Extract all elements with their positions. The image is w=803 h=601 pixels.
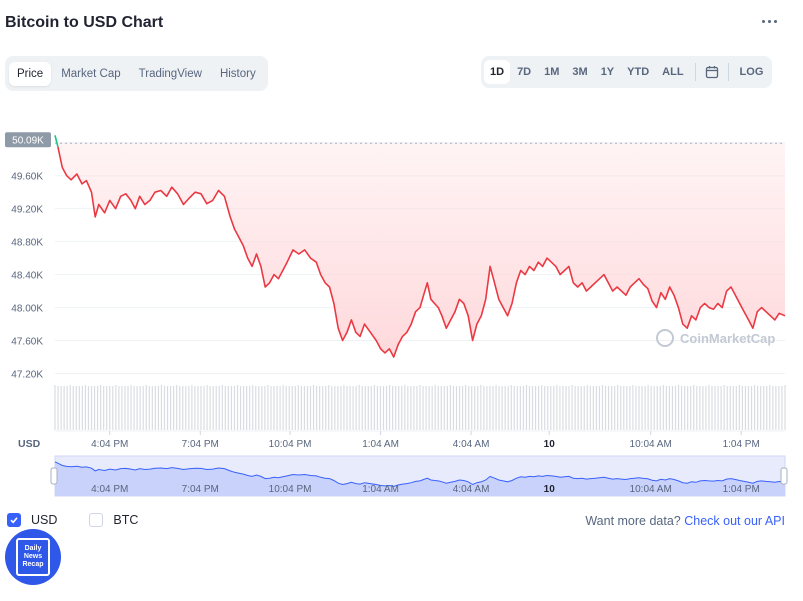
range-3m[interactable]: 3M — [566, 60, 593, 84]
tab-tradingview[interactable]: TradingView — [131, 62, 210, 86]
currency-axis-label: USD — [18, 438, 41, 450]
range-ytd[interactable]: YTD — [621, 60, 655, 84]
y-tick-label: 47.60K — [11, 337, 43, 348]
navigator-tick-label: 4:04 PM — [91, 484, 128, 495]
range-1y[interactable]: 1Y — [595, 60, 620, 84]
watermark-text: CoinMarketCap — [680, 331, 775, 346]
usd-label: USD — [31, 513, 58, 527]
log-toggle[interactable]: LOG — [734, 60, 770, 84]
currency-toggles: USD BTC — [7, 513, 170, 527]
range-1m[interactable]: 1M — [538, 60, 565, 84]
btc-label: BTC — [113, 513, 139, 527]
api-prefix: Want more data? — [585, 514, 681, 528]
calendar-icon[interactable] — [701, 61, 723, 83]
price-area — [55, 135, 785, 357]
x-tick-label: 10 — [544, 439, 556, 450]
y-tick-label: 48.80K — [11, 238, 43, 249]
coinmarketcap-watermark: CoinMarketCap — [656, 329, 775, 347]
badge-text: Daily News Recap — [16, 538, 50, 576]
api-link[interactable]: Check out our API — [684, 514, 785, 528]
x-tick-label: 10:04 PM — [269, 439, 312, 450]
range-1d[interactable]: 1D — [484, 60, 511, 84]
navigator-tick-label: 10:04 PM — [269, 484, 312, 495]
x-tick-label: 4:04 AM — [453, 439, 490, 450]
tab-history[interactable]: History — [212, 62, 264, 86]
navigator-handle-right[interactable] — [780, 467, 788, 485]
range-selector: 1D 7D 1M 3M 1Y YTD ALL LOG — [481, 56, 773, 88]
x-tick-label: 10:04 AM — [630, 439, 672, 450]
news-badge[interactable]: Daily News Recap — [5, 529, 61, 585]
current-price-label: 50.09K — [12, 135, 44, 146]
range-all[interactable]: ALL — [656, 60, 689, 84]
y-tick-label: 47.20K — [11, 370, 43, 381]
navigator-handle-left[interactable] — [50, 467, 58, 485]
tab-price[interactable]: Price — [9, 61, 52, 86]
api-promo: Want more data? Check out our API — [585, 514, 785, 528]
navigator-tick-label: 10 — [544, 484, 556, 495]
chart-tabs: Price Market Cap TradingView History — [5, 56, 268, 91]
navigator-tick-label: 1:04 PM — [723, 484, 760, 495]
x-tick-label: 1:04 PM — [723, 439, 760, 450]
page-title: Bitcoin to USD Chart — [5, 14, 164, 31]
range-divider — [727, 63, 729, 81]
btc-checkbox[interactable] — [89, 513, 104, 527]
y-tick-label: 49.20K — [11, 205, 43, 216]
y-tick-label: 49.60K — [11, 172, 43, 183]
navigator-tick-label: 1:04 AM — [362, 484, 399, 495]
navigator-tick-label: 4:04 AM — [453, 484, 490, 495]
y-tick-label: 48.40K — [11, 271, 43, 282]
usd-checkbox[interactable] — [7, 513, 21, 527]
navigator-tick-label: 10:04 AM — [630, 484, 672, 495]
x-tick-label: 4:04 PM — [91, 439, 128, 450]
more-options-icon[interactable] — [762, 18, 778, 24]
x-tick-label: 1:04 AM — [362, 439, 399, 450]
price-chart[interactable]: 50.00K49.60K49.20K48.80K48.40K48.00K47.6… — [0, 100, 803, 500]
navigator-tick-label: 7:04 PM — [182, 484, 219, 495]
tab-market-cap[interactable]: Market Cap — [53, 62, 128, 86]
range-7d[interactable]: 7D — [511, 60, 537, 84]
range-divider — [694, 63, 696, 81]
y-tick-label: 48.00K — [11, 304, 43, 315]
x-tick-label: 7:04 PM — [182, 439, 219, 450]
